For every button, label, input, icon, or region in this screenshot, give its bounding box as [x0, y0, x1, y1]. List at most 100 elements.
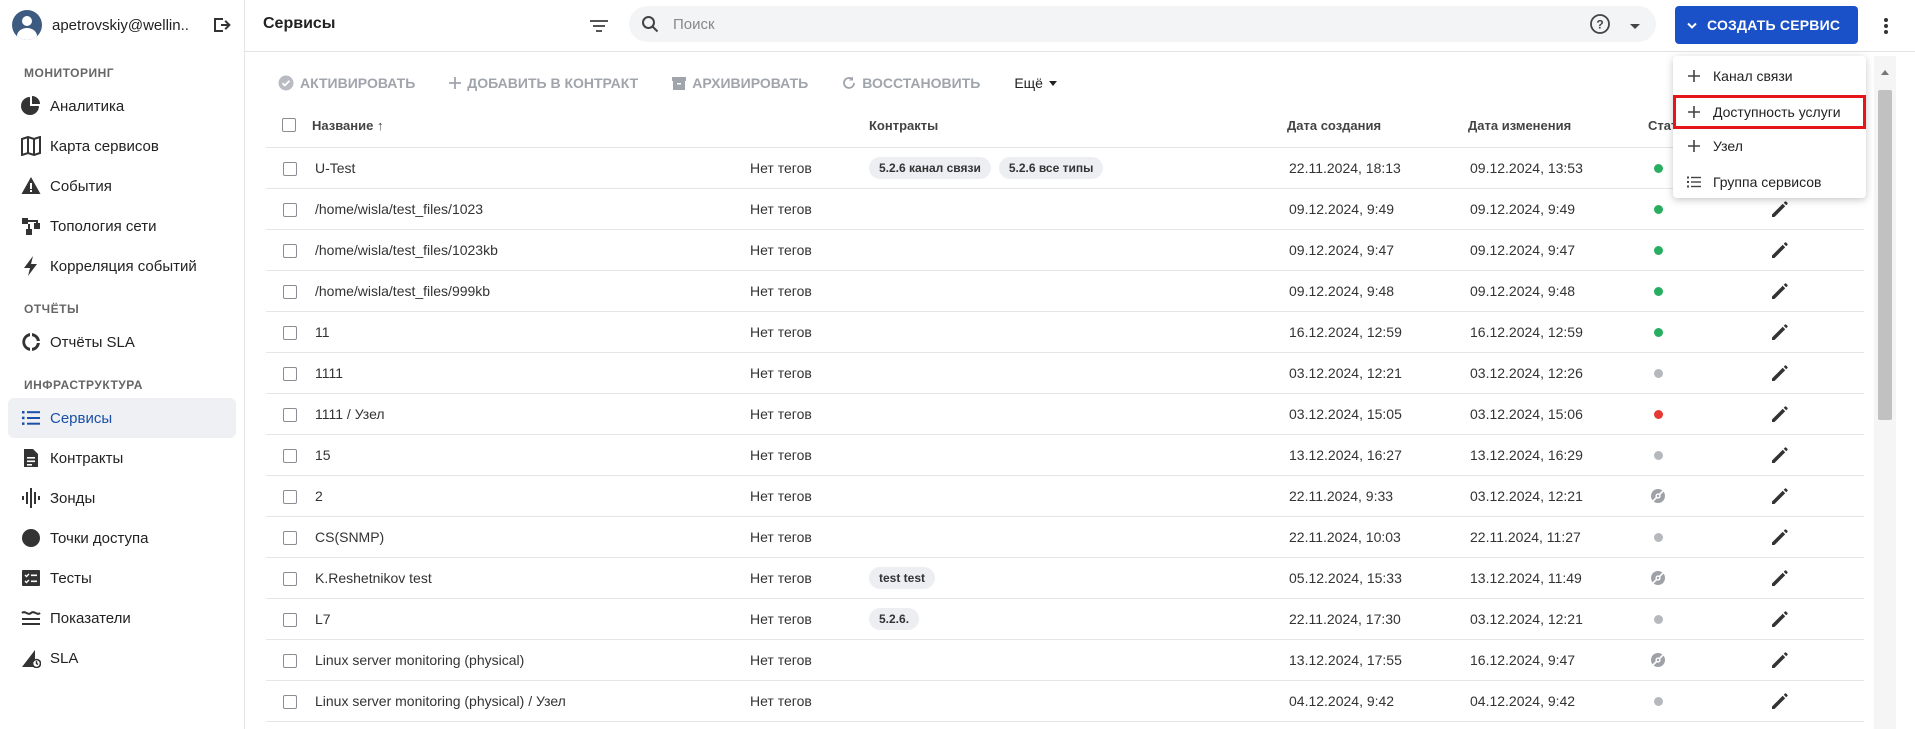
search-input[interactable] — [673, 14, 1553, 34]
sidebar-item[interactable]: Топология сети — [8, 206, 236, 246]
table-row[interactable]: 11 Нет тегов 16.12.2024, 12:59 16.12.2024, … — [266, 312, 1864, 353]
service-name[interactable]: 15 — [315, 447, 331, 463]
edit-pencil-icon[interactable] — [1770, 486, 1790, 509]
restore-button[interactable]: ВОССТАНОВИТЬ — [842, 75, 980, 91]
archive-button[interactable]: АРХИВИРОВАТЬ — [672, 75, 808, 91]
sidebar-item[interactable]: Зонды — [8, 478, 236, 518]
table-row[interactable]: /home/wisla/test_files/1023kb Нет тегов 09… — [266, 230, 1864, 271]
table-row[interactable]: CS(SNMP) Нет тегов 22.11.2024, 10:03 22.11.… — [266, 517, 1864, 558]
edit-pencil-icon[interactable] — [1770, 363, 1790, 386]
table-row[interactable]: K.Reshetnikov test Нет тегов test test 05.1… — [266, 558, 1864, 599]
add-to-contract-button[interactable]: ДОБАВИТЬ В КОНТРАКТ — [449, 75, 638, 91]
table-row[interactable]: 1111 Нет тегов 03.12.2024, 12:21 03.12.2024… — [266, 353, 1864, 394]
chevron-down-icon[interactable] — [1629, 19, 1641, 35]
service-name[interactable]: L7 — [315, 611, 331, 627]
service-name[interactable]: 1111 / Узел — [315, 406, 385, 422]
edit-pencil-icon[interactable] — [1770, 445, 1790, 468]
edit-pencil-icon[interactable] — [1770, 691, 1790, 714]
service-name[interactable]: U-Test — [315, 160, 355, 176]
edit-pencil-icon[interactable] — [1770, 404, 1790, 427]
more-dropdown[interactable]: Ещё — [1014, 75, 1057, 91]
row-checkbox[interactable] — [283, 572, 297, 586]
row-checkbox[interactable] — [283, 367, 297, 381]
help-icon[interactable]: ? — [1589, 13, 1611, 38]
table-row[interactable]: Linux server monitoring (physical) / Узе… — [266, 681, 1864, 722]
contract-chip[interactable]: 5.2.6. — [869, 608, 920, 630]
edit-pencil-icon[interactable] — [1770, 568, 1790, 591]
col-contracts[interactable]: Контракты — [869, 118, 938, 133]
sidebar-item[interactable]: Отчёты SLA — [8, 322, 236, 362]
row-checkbox[interactable] — [283, 162, 297, 176]
row-checkbox[interactable] — [283, 408, 297, 422]
service-name[interactable]: Linux server monitoring (physical) — [315, 652, 524, 668]
row-checkbox[interactable] — [283, 490, 297, 504]
activate-button[interactable]: АКТИВИРОВАТЬ — [278, 75, 415, 91]
service-name[interactable]: 2 — [315, 488, 323, 504]
sidebar-item[interactable]: Контракты — [8, 438, 236, 478]
table-row[interactable]: 15 Нет тегов 13.12.2024, 16:27 13.12.2024, … — [266, 435, 1864, 476]
sidebar-item[interactable]: Сервисы — [8, 398, 236, 438]
service-name[interactable]: K.Reshetnikov test — [315, 570, 432, 586]
created-date: 09.12.2024, 9:47 — [1289, 242, 1395, 258]
row-checkbox[interactable] — [283, 613, 297, 627]
create-service-button[interactable]: СОЗДАТЬ СЕРВИС — [1675, 6, 1858, 44]
table-row[interactable]: U-Test Нет тегов 5.2.6 канал связи 5.2.6 вс… — [266, 148, 1864, 189]
menu-item[interactable]: Канал связи — [1673, 59, 1866, 93]
service-name[interactable]: Linux server monitoring (physical) / Узе… — [315, 693, 566, 709]
service-name[interactable]: /home/wisla/test_files/1023 — [315, 201, 483, 217]
contract-chip[interactable]: 5.2.6 канал связи — [869, 157, 991, 179]
menu-item[interactable]: Узел — [1673, 129, 1866, 163]
table-row[interactable]: 2 Нет тегов 22.11.2024, 9:33 03.12.2024, 12… — [266, 476, 1864, 517]
sidebar-item[interactable]: Карта сервисов — [8, 126, 236, 166]
sidebar-item[interactable]: Показатели — [8, 598, 236, 638]
service-name[interactable]: /home/wisla/test_files/1023kb — [315, 242, 498, 258]
sidebar-item[interactable]: Точки доступа — [8, 518, 236, 558]
table-row[interactable]: /home/wisla/test_files/999kb Нет тегов 09.… — [266, 271, 1864, 312]
sidebar-nav: МОНИТОРИНГ Аналитика Карта сервисов События… — [0, 60, 244, 678]
row-checkbox[interactable] — [283, 203, 297, 217]
col-modified[interactable]: Дата изменения — [1468, 118, 1571, 133]
vertical-scrollbar[interactable] — [1874, 56, 1896, 729]
edit-pencil-icon[interactable] — [1770, 322, 1790, 345]
select-all-checkbox[interactable] — [282, 118, 296, 132]
table-row[interactable]: /home/wisla/test_files/1023 Нет тегов 09.1… — [266, 189, 1864, 230]
edit-pencil-icon[interactable] — [1770, 609, 1790, 632]
scroll-up-arrow-icon[interactable] — [1881, 70, 1889, 75]
more-vertical-icon[interactable] — [1878, 14, 1894, 38]
sidebar-item[interactable]: События — [8, 166, 236, 206]
row-checkbox[interactable] — [283, 531, 297, 545]
service-name[interactable]: 1111 — [315, 365, 343, 381]
sidebar-item[interactable]: Аналитика — [8, 86, 236, 126]
col-name[interactable]: Название ↑ — [312, 118, 383, 133]
table-row[interactable]: L7 Нет тегов 5.2.6. 22.11.2024, 17:30 03.12.… — [266, 599, 1864, 640]
user-name[interactable]: apetrovskiy@wellin... — [52, 17, 189, 34]
row-checkbox[interactable] — [283, 326, 297, 340]
row-checkbox[interactable] — [283, 244, 297, 258]
service-name[interactable]: 11 — [315, 324, 330, 340]
menu-item[interactable]: Группа сервисов — [1673, 165, 1866, 199]
edit-pencil-icon[interactable] — [1770, 650, 1790, 673]
edit-pencil-icon[interactable] — [1770, 281, 1790, 304]
edit-pencil-icon[interactable] — [1770, 527, 1790, 550]
edit-pencil-icon[interactable] — [1770, 199, 1790, 222]
sidebar-item[interactable]: SLA — [8, 638, 236, 678]
filter-icon[interactable] — [587, 14, 611, 38]
sidebar-item[interactable]: Тесты — [8, 558, 236, 598]
table-row[interactable]: Linux server monitoring (physical) Нет те… — [266, 640, 1864, 681]
row-checkbox[interactable] — [283, 449, 297, 463]
avatar[interactable] — [12, 10, 42, 40]
service-name[interactable]: CS(SNMP) — [315, 529, 384, 545]
table-row[interactable]: 1111 / Узел Нет тегов 03.12.2024, 15:05 03.… — [266, 394, 1864, 435]
col-created[interactable]: Дата создания — [1287, 118, 1381, 133]
row-checkbox[interactable] — [283, 695, 297, 709]
contract-chip[interactable]: test test — [869, 567, 936, 589]
menu-item[interactable]: Доступность услуги — [1673, 95, 1866, 129]
row-checkbox[interactable] — [283, 285, 297, 299]
contract-chip[interactable]: 5.2.6 все типы — [998, 157, 1104, 179]
sidebar-item[interactable]: Корреляция событий — [8, 246, 236, 286]
edit-pencil-icon[interactable] — [1770, 240, 1790, 263]
service-name[interactable]: /home/wisla/test_files/999kb — [315, 283, 490, 299]
logout-icon[interactable] — [211, 14, 232, 36]
scrollbar-thumb[interactable] — [1878, 90, 1892, 420]
row-checkbox[interactable] — [283, 654, 297, 668]
